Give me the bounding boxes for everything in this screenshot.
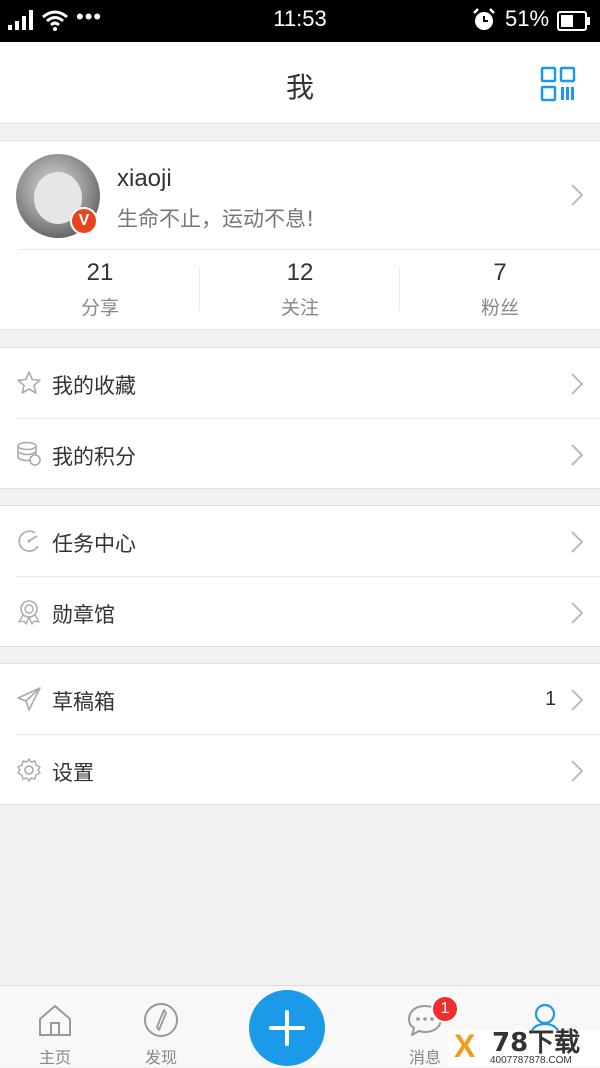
watermark: X 78下载 4007787878.COM xyxy=(448,1030,600,1067)
tab-home[interactable]: 主页 xyxy=(0,986,110,1068)
home-icon xyxy=(39,1005,71,1036)
plus-icon xyxy=(269,1010,305,1046)
chevron-right-icon xyxy=(571,689,584,711)
menu-item-settings[interactable]: 设置 xyxy=(0,735,600,805)
stat-label: 分享 xyxy=(80,297,119,319)
verified-badge: V xyxy=(70,207,98,235)
task-icon xyxy=(18,530,39,552)
stat-value: 7 xyxy=(493,259,507,286)
battery-icon xyxy=(557,11,590,31)
page-title: 我 xyxy=(285,71,314,104)
add-post-button[interactable] xyxy=(249,990,325,1066)
menu-item-drafts[interactable]: 草稿箱 1 xyxy=(0,664,600,734)
chevron-right-icon xyxy=(571,444,584,466)
stat-value: 21 xyxy=(86,259,114,286)
watermark-url: 4007787878.COM xyxy=(490,1055,572,1066)
battery-percent: 51% xyxy=(505,6,550,31)
menu-item-label: 我的收藏 xyxy=(52,374,136,398)
chevron-right-icon xyxy=(571,760,584,782)
star-icon xyxy=(17,371,41,394)
stat-value: 12 xyxy=(286,259,314,286)
username: xiaoji xyxy=(117,165,172,192)
watermark-title: 78下载 xyxy=(492,1028,581,1058)
menu-item-label: 我的积分 xyxy=(52,445,136,469)
menu-group-1: 我的收藏 我的积分 xyxy=(0,347,600,489)
tab-discover[interactable]: 发现 xyxy=(106,986,216,1068)
compass-icon xyxy=(144,1003,178,1037)
messages-unread-badge: 1 xyxy=(431,995,459,1023)
menu-item-favorites[interactable]: 我的收藏 xyxy=(0,348,600,418)
watermark-logo: X xyxy=(454,1028,476,1064)
status-bar: ••• 11:53 51% xyxy=(0,0,600,42)
stat-shares[interactable]: 21 分享 xyxy=(0,259,200,319)
menu-item-badges[interactable]: 勋章馆 xyxy=(0,577,600,647)
stat-following[interactable]: 12 关注 xyxy=(200,259,400,319)
user-signature: 生命不止，运动不息! xyxy=(117,207,315,231)
chevron-right-icon xyxy=(571,373,584,395)
drafts-count: 1 xyxy=(545,688,557,710)
menu-group-3: 草稿箱 1 设置 xyxy=(0,663,600,805)
menu-item-label: 草稿箱 xyxy=(52,690,115,714)
stat-followers[interactable]: 7 粉丝 xyxy=(400,259,600,319)
tab-label: 发现 xyxy=(144,1048,177,1067)
gear-icon xyxy=(17,758,41,782)
menu-item-label: 任务中心 xyxy=(52,532,136,556)
menu-group-2: 任务中心 勋章馆 xyxy=(0,505,600,647)
coins-icon xyxy=(17,441,41,466)
menu-item-label: 勋章馆 xyxy=(52,603,115,627)
tab-label: 主页 xyxy=(38,1048,71,1067)
alarm-icon xyxy=(473,8,495,30)
chevron-right-icon xyxy=(571,531,584,553)
chevron-right-icon xyxy=(571,602,584,624)
profile-card[interactable]: V xiaoji 生命不止，运动不息! 21 分享 12 关注 7 粉丝 xyxy=(0,140,600,330)
stat-label: 粉丝 xyxy=(480,297,519,319)
menu-item-points[interactable]: 我的积分 xyxy=(0,419,600,489)
stat-label: 关注 xyxy=(280,297,319,319)
qr-code-icon[interactable] xyxy=(540,66,576,102)
menu-item-label: 设置 xyxy=(52,761,94,785)
medal-icon xyxy=(18,600,40,625)
chevron-right-icon xyxy=(571,184,584,206)
paper-plane-icon xyxy=(17,687,41,711)
divider xyxy=(18,249,600,250)
menu-item-tasks[interactable]: 任务中心 xyxy=(0,506,600,576)
page-header: 我 xyxy=(0,42,600,124)
